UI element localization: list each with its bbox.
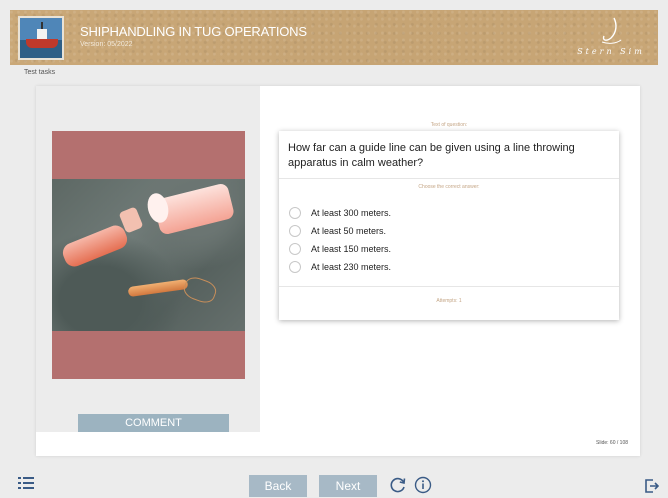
- comment-button[interactable]: COMMENT: [78, 414, 229, 432]
- question-caption: Text of question:: [430, 122, 468, 128]
- image-pane: COMMENT: [36, 86, 260, 432]
- course-title: SHIPHANDLING IN TUG OPERATIONS: [80, 24, 307, 39]
- section-label: Test tasks: [24, 69, 56, 76]
- answer-option[interactable]: At least 150 meters.: [289, 242, 391, 256]
- question-box: How far can a guide line can be given us…: [279, 131, 619, 320]
- answer-option[interactable]: At least 300 meters.: [289, 206, 391, 220]
- exit-icon[interactable]: [645, 479, 659, 493]
- answer-instruction: Choose the correct answer:: [418, 184, 480, 190]
- radio-button[interactable]: [289, 207, 301, 219]
- divider: [279, 178, 619, 179]
- radio-button[interactable]: [289, 261, 301, 273]
- line-throwing-apparatus-photo: [52, 179, 245, 331]
- slide-counter: Slide: 60 / 108: [596, 440, 628, 446]
- answer-option-label: At least 230 meters.: [311, 262, 392, 272]
- brand-text: Stern Sim: [577, 47, 645, 56]
- course-header: SHIPHANDLING IN TUG OPERATIONS Version: …: [10, 10, 658, 65]
- divider: [279, 286, 619, 287]
- answer-option[interactable]: At least 50 meters.: [289, 224, 386, 238]
- question-photo: [52, 131, 245, 379]
- answer-option-label: At least 50 meters.: [311, 226, 387, 236]
- question-card: COMMENT Text of question: How far can a …: [36, 86, 640, 456]
- answer-option-label: At least 300 meters.: [311, 208, 392, 218]
- answer-option-label: At least 150 meters.: [311, 244, 392, 254]
- radio-button[interactable]: [289, 225, 301, 237]
- brand-swirl-icon: [601, 17, 622, 44]
- brand-logo: Stern Sim: [574, 16, 648, 60]
- reload-icon[interactable]: [389, 476, 407, 494]
- back-button[interactable]: Back: [249, 475, 307, 497]
- list-menu-icon[interactable]: [18, 476, 34, 490]
- course-version: Version: 05/2022: [80, 41, 133, 48]
- tugboat-icon: [18, 16, 64, 60]
- answer-option[interactable]: At least 230 meters.: [289, 260, 391, 274]
- next-button[interactable]: Next: [319, 475, 377, 497]
- attempts-counter: Attempts: 1: [436, 298, 462, 304]
- question-text: How far can a guide line can be given us…: [288, 142, 575, 169]
- info-icon[interactable]: [414, 476, 432, 494]
- radio-button[interactable]: [289, 243, 301, 255]
